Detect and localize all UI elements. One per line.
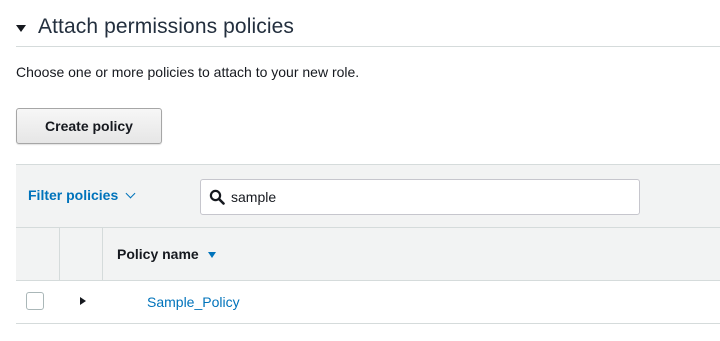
section-description: Choose one or more policies to attach to… [16, 64, 360, 80]
table-header-row: Policy name [16, 228, 720, 281]
column-divider [59, 228, 60, 280]
section-title: Attach permissions policies [38, 15, 294, 38]
filter-policies-label: Filter policies [28, 187, 119, 203]
filter-policies-dropdown[interactable]: Filter policies [28, 187, 136, 203]
caret-down-icon[interactable] [16, 24, 26, 32]
policy-name-link[interactable]: Sample_Policy [147, 294, 240, 310]
policy-table-toolbar: Filter policies [16, 164, 720, 228]
chevron-down-icon [125, 188, 136, 198]
column-header-label: Policy name [117, 246, 199, 262]
search-input[interactable] [231, 189, 631, 205]
table-row[interactable]: Sample_Policy [16, 281, 720, 324]
section-divider [16, 46, 720, 47]
create-policy-button[interactable]: Create policy [16, 108, 162, 144]
search-box[interactable] [200, 179, 640, 215]
row-select-checkbox[interactable] [26, 292, 44, 310]
caret-right-icon[interactable] [80, 297, 86, 305]
section-header[interactable]: Attach permissions policies [16, 12, 294, 42]
column-header-policy-name[interactable]: Policy name [117, 246, 216, 262]
sort-descending-icon [207, 252, 216, 258]
attach-policies-panel: Attach permissions policies Choose one o… [0, 0, 720, 341]
search-icon [209, 189, 225, 205]
column-divider [102, 228, 103, 280]
